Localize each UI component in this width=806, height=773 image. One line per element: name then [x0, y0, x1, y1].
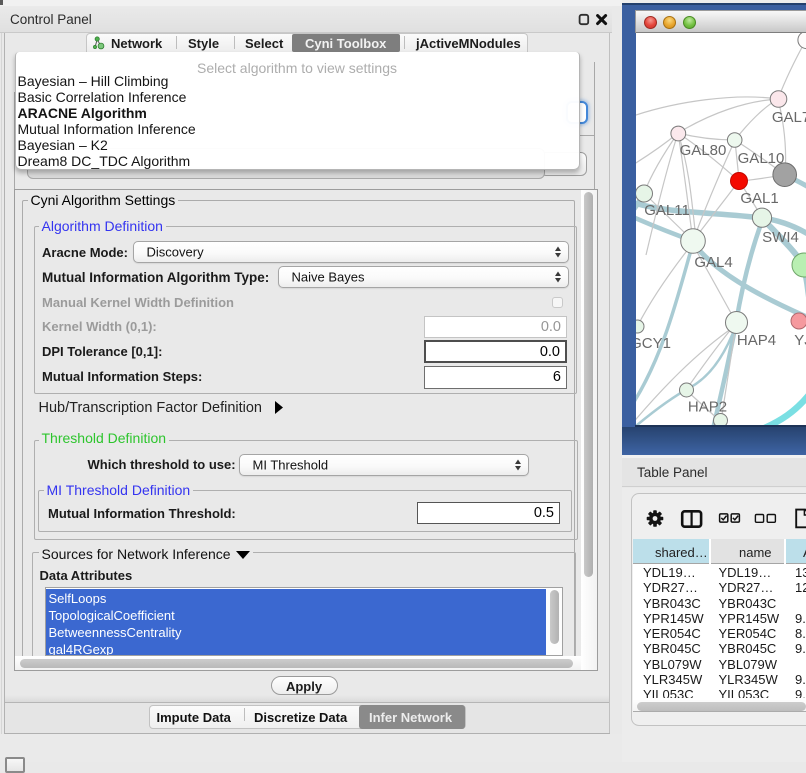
svg-text:GAL7: GAL7 — [771, 109, 806, 126]
svg-text:GAL1: GAL1 — [740, 190, 778, 207]
svg-text:GAL4: GAL4 — [694, 254, 732, 271]
svg-text:GCY1: GCY1 — [636, 335, 671, 352]
svg-text:GAL10: GAL10 — [737, 150, 784, 167]
svg-text:YJ: YJ — [794, 332, 806, 349]
svg-text:GAL80: GAL80 — [679, 142, 726, 159]
svg-text:HAP4: HAP4 — [736, 332, 775, 349]
svg-text:HAP2: HAP2 — [687, 399, 726, 416]
svg-text:GAL11: GAL11 — [644, 202, 690, 219]
svg-text:SWI4: SWI4 — [762, 229, 799, 246]
